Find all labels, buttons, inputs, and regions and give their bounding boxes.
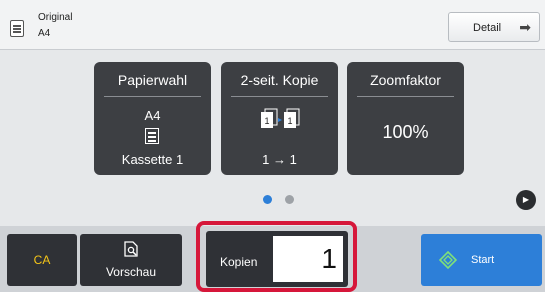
paper-select-tile[interactable]: Papierwahl A4 Kassette 1 (94, 62, 211, 175)
original-size: A4 (38, 28, 51, 39)
top-bar: Original A4 Detail ➡ (0, 0, 545, 50)
start-button[interactable]: Start (421, 234, 542, 286)
preview-button[interactable]: Vorschau (80, 234, 182, 286)
preview-icon (124, 241, 138, 257)
copies-label: Kopien (220, 255, 258, 269)
duplex-value: 1 → 1 (262, 152, 297, 167)
paper-tray-icon (145, 128, 159, 144)
start-label: Start (471, 254, 495, 266)
start-icon (439, 251, 457, 269)
divider (357, 96, 454, 97)
play-icon: ▶ (522, 195, 530, 204)
next-page-button[interactable]: ▶ (516, 190, 536, 210)
paper-select-title: Papierwahl (117, 72, 188, 88)
detail-label: Detail (473, 22, 502, 34)
arrow-right-icon: ➡ (519, 19, 531, 35)
paper-size: A4 (144, 108, 161, 123)
duplex-copy-tile[interactable]: 2-seit. Kopie 1 1 1 → 1 (221, 62, 338, 175)
document-icon (10, 20, 24, 37)
divider (104, 96, 201, 97)
copy-screen: Original A4 Detail ➡ Papierwahl A4 Kasse… (0, 0, 545, 292)
detail-button[interactable]: Detail ➡ (448, 12, 540, 42)
zoom-title: Zoomfaktor (370, 72, 441, 88)
page-indicator-active[interactable] (263, 195, 272, 204)
copies-input[interactable]: 1 (273, 236, 343, 282)
zoom-tile[interactable]: Zoomfaktor 100% (347, 62, 464, 175)
zoom-value: 100% (382, 122, 429, 142)
duplex-title: 2-seit. Kopie (240, 72, 319, 88)
divider (231, 96, 328, 97)
original-label: Original (38, 12, 73, 23)
duplex-icon-digit-right: 1 (287, 116, 292, 126)
page-indicator[interactable] (285, 195, 294, 204)
duplex-icon-digit-left: 1 (264, 116, 269, 126)
preview-label: Vorschau (105, 265, 157, 279)
paper-tray: Kassette 1 (121, 152, 184, 167)
clear-all-button[interactable]: CA (7, 234, 77, 286)
duplex-icon: 1 1 (261, 108, 300, 128)
